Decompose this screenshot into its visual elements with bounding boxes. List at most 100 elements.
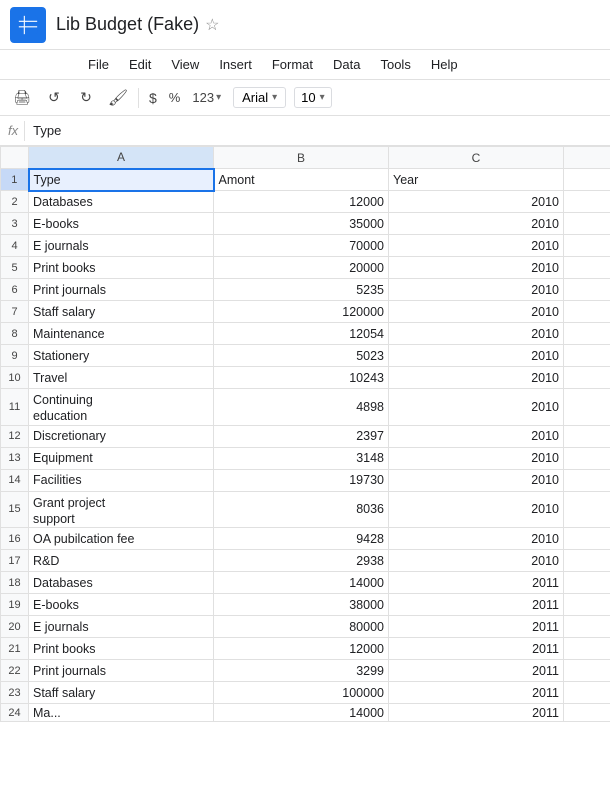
- menu-view[interactable]: View: [163, 55, 207, 74]
- cell-empty: [564, 345, 610, 367]
- cell-amount[interactable]: 5235: [214, 279, 389, 301]
- cell-type[interactable]: E-books: [29, 213, 214, 235]
- cell-amount[interactable]: 35000: [214, 213, 389, 235]
- cell-amount[interactable]: 19730: [214, 469, 389, 491]
- cell-type[interactable]: Staff salary: [29, 682, 214, 704]
- cell-amount[interactable]: 14000: [214, 572, 389, 594]
- col-b-header[interactable]: B: [214, 147, 389, 169]
- menu-insert[interactable]: Insert: [211, 55, 260, 74]
- cell-amount[interactable]: 2397: [214, 425, 389, 447]
- cell-amount[interactable]: 3148: [214, 447, 389, 469]
- cell-amount[interactable]: 12054: [214, 323, 389, 345]
- cell-type[interactable]: Print books: [29, 257, 214, 279]
- cell-year[interactable]: 2011: [389, 594, 564, 616]
- cell-year[interactable]: 2010: [389, 345, 564, 367]
- cell-amount[interactable]: 3299: [214, 660, 389, 682]
- col-c-header[interactable]: C: [389, 147, 564, 169]
- cell-year[interactable]: 2011: [389, 704, 564, 722]
- cell-type[interactable]: Print journals: [29, 279, 214, 301]
- cell-type[interactable]: Ma...: [29, 704, 214, 722]
- undo-button[interactable]: ↺: [40, 84, 68, 112]
- cell-year[interactable]: 2011: [389, 638, 564, 660]
- cell-amount[interactable]: 38000: [214, 594, 389, 616]
- cell-year[interactable]: 2010: [389, 367, 564, 389]
- paintformat-button[interactable]: 🖌: [104, 84, 132, 112]
- cell-year[interactable]: 2011: [389, 616, 564, 638]
- menu-file[interactable]: File: [80, 55, 117, 74]
- cell-amount[interactable]: Amont: [214, 169, 389, 191]
- cell-type[interactable]: OA pubilcation fee: [29, 528, 214, 550]
- cell-year[interactable]: 2010: [389, 257, 564, 279]
- redo-button[interactable]: ↻: [72, 84, 100, 112]
- cell-year[interactable]: 2010: [389, 469, 564, 491]
- font-size-selector[interactable]: 10 ▾: [294, 87, 332, 108]
- cell-type[interactable]: Type: [29, 169, 214, 191]
- row-number: 16: [1, 528, 29, 550]
- cell-type[interactable]: E journals: [29, 235, 214, 257]
- cell-empty: [564, 301, 610, 323]
- cell-type[interactable]: Maintenance: [29, 323, 214, 345]
- cell-year[interactable]: 2010: [389, 301, 564, 323]
- cell-year[interactable]: 2010: [389, 323, 564, 345]
- cell-amount[interactable]: 9428: [214, 528, 389, 550]
- cell-amount[interactable]: 80000: [214, 616, 389, 638]
- cell-type[interactable]: Travel: [29, 367, 214, 389]
- cell-amount[interactable]: 20000: [214, 257, 389, 279]
- cell-year[interactable]: 2010: [389, 213, 564, 235]
- table-row: 18Databases140002011: [1, 572, 610, 594]
- cell-year[interactable]: 2010: [389, 279, 564, 301]
- cell-amount[interactable]: 14000: [214, 704, 389, 722]
- table-row: 5Print books200002010: [1, 257, 610, 279]
- cell-amount[interactable]: 8036: [214, 491, 389, 528]
- cell-amount[interactable]: 2938: [214, 550, 389, 572]
- cell-year[interactable]: 2010: [389, 528, 564, 550]
- cell-amount[interactable]: 5023: [214, 345, 389, 367]
- cell-year[interactable]: 2010: [389, 235, 564, 257]
- cell-year[interactable]: Year: [389, 169, 564, 191]
- cell-type[interactable]: Facilities: [29, 469, 214, 491]
- cell-year[interactable]: 2011: [389, 682, 564, 704]
- dollar-format-button[interactable]: $: [145, 88, 161, 108]
- menu-help[interactable]: Help: [423, 55, 466, 74]
- cell-year[interactable]: 2010: [389, 425, 564, 447]
- cell-amount[interactable]: 10243: [214, 367, 389, 389]
- cell-type[interactable]: Print books: [29, 638, 214, 660]
- formula-content[interactable]: Type: [33, 123, 61, 138]
- cell-year[interactable]: 2010: [389, 491, 564, 528]
- cell-amount[interactable]: 70000: [214, 235, 389, 257]
- cell-type[interactable]: Print journals: [29, 660, 214, 682]
- cell-type[interactable]: Equipment: [29, 447, 214, 469]
- cell-type[interactable]: Databases: [29, 572, 214, 594]
- cell-amount[interactable]: 4898: [214, 389, 389, 426]
- cell-year[interactable]: 2010: [389, 191, 564, 213]
- cell-type[interactable]: Discretionary: [29, 425, 214, 447]
- cell-year[interactable]: 2011: [389, 572, 564, 594]
- cell-amount[interactable]: 100000: [214, 682, 389, 704]
- menu-data[interactable]: Data: [325, 55, 368, 74]
- menu-format[interactable]: Format: [264, 55, 321, 74]
- number-format-button[interactable]: 123 ▾: [188, 88, 225, 107]
- cell-amount[interactable]: 12000: [214, 638, 389, 660]
- cell-amount[interactable]: 12000: [214, 191, 389, 213]
- cell-type[interactable]: E journals: [29, 616, 214, 638]
- cell-year[interactable]: 2010: [389, 389, 564, 426]
- cell-year[interactable]: 2010: [389, 447, 564, 469]
- cell-type[interactable]: Databases: [29, 191, 214, 213]
- cell-year[interactable]: 2011: [389, 660, 564, 682]
- font-selector[interactable]: Arial ▾: [233, 87, 286, 108]
- col-a-header[interactable]: A: [29, 147, 214, 169]
- star-icon[interactable]: ☆: [205, 15, 219, 35]
- cell-type[interactable]: R&D: [29, 550, 214, 572]
- cell-amount[interactable]: 120000: [214, 301, 389, 323]
- cell-type[interactable]: Continuingeducation: [29, 389, 214, 426]
- menu-edit[interactable]: Edit: [121, 55, 159, 74]
- print-button[interactable]: 🖨: [8, 84, 36, 112]
- cell-year[interactable]: 2010: [389, 550, 564, 572]
- cell-type[interactable]: E-books: [29, 594, 214, 616]
- cell-type[interactable]: Stationery: [29, 345, 214, 367]
- cell-type[interactable]: Staff salary: [29, 301, 214, 323]
- percent-format-button[interactable]: %: [165, 88, 185, 107]
- cell-type[interactable]: Grant projectsupport: [29, 491, 214, 528]
- fx-label: fx: [8, 123, 18, 138]
- menu-tools[interactable]: Tools: [372, 55, 418, 74]
